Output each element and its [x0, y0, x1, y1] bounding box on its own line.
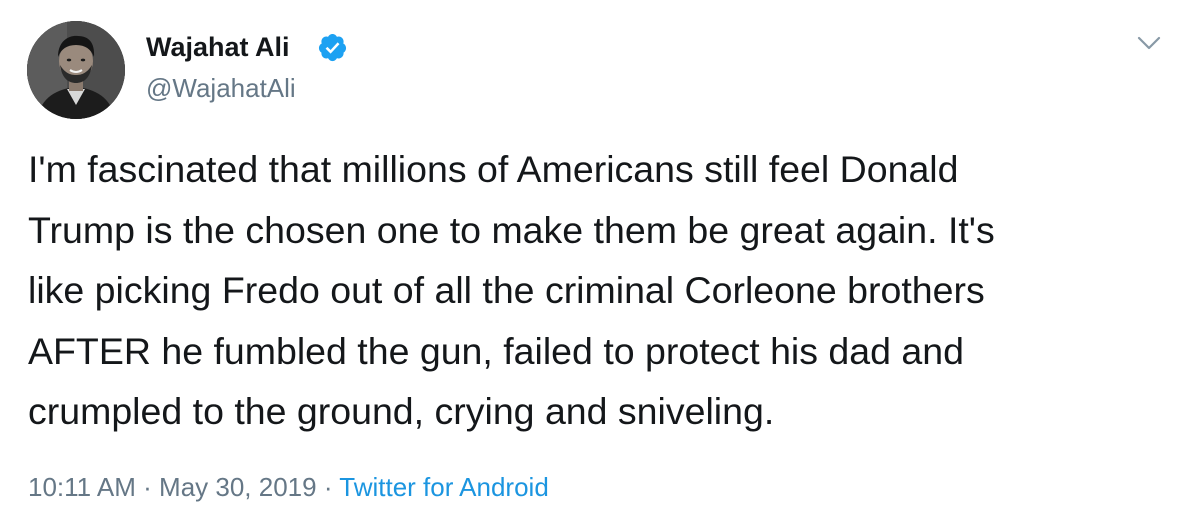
tweet-meta: 10:11 AM · May 30, 2019 · Twitter for An… [28, 470, 549, 504]
avatar-image [27, 21, 125, 119]
verified-badge-icon [318, 33, 347, 62]
tweet-text: I'm fascinated that millions of American… [28, 148, 995, 432]
tweet-time[interactable]: 10:11 AM [28, 472, 136, 502]
chevron-down-icon[interactable] [1136, 34, 1162, 52]
tweet-card: Wajahat Ali @WajahatAli I'm fascinated t… [0, 0, 1194, 516]
meta-separator: · [316, 472, 340, 502]
author-handle[interactable]: @WajahatAli [146, 72, 296, 104]
avatar[interactable] [27, 21, 125, 119]
meta-separator: · [135, 472, 160, 502]
author-display-name[interactable]: Wajahat Ali [146, 30, 290, 64]
tweet-source-link[interactable]: Twitter for Android [339, 472, 549, 502]
tweet-date[interactable]: May 30, 2019 [159, 472, 317, 502]
